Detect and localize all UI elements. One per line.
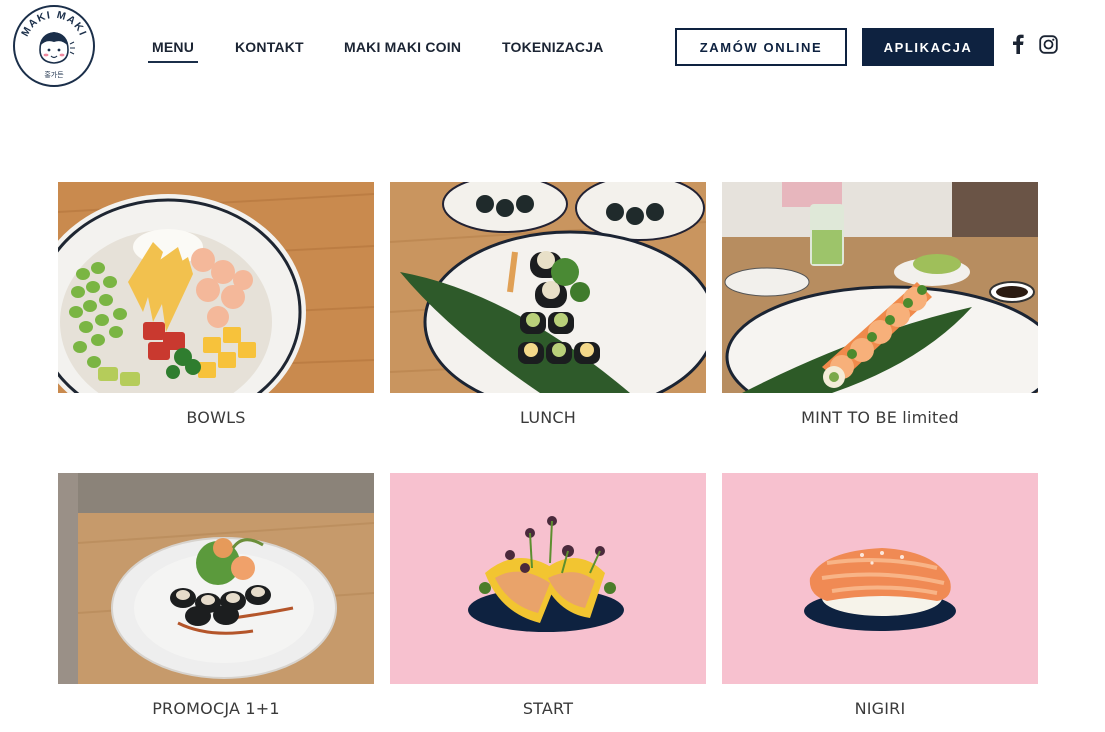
menu-card-label: NIGIRI [854, 699, 906, 718]
nav-item-tokenizacja[interactable]: TOKENIZACJA [502, 39, 604, 55]
facebook-icon[interactable] [1008, 32, 1028, 56]
menu-card-mint-to-be[interactable]: MINT TO BE limited [722, 182, 1038, 427]
menu-card-lunch[interactable]: LUNCH [390, 182, 706, 427]
nav-item-maki-maki-coin[interactable]: MAKI MAKI COIN [344, 39, 461, 55]
menu-card-bowls[interactable]: BOWLS [58, 182, 374, 427]
menu-card-label: LUNCH [520, 408, 576, 427]
instagram-icon[interactable] [1038, 32, 1058, 56]
menu-card-nigiri[interactable]: NIGIRI [722, 473, 1038, 718]
lunch-photo [390, 182, 706, 393]
app-button[interactable]: APLIKACJA [862, 28, 994, 66]
logo-sub-text: 홍가든 [44, 70, 64, 79]
nav-item-menu[interactable]: MENU [147, 39, 199, 63]
site-header: MAKI MAKI 홍가든 MENU KONTAKT MAKI MAKI COI… [0, 0, 1105, 100]
nigiri-photo [722, 473, 1038, 684]
bowls-photo [58, 182, 374, 393]
order-online-button[interactable]: ZAMÓW ONLINE [675, 28, 847, 66]
mint-to-be-photo [722, 182, 1038, 393]
menu-card-label: BOWLS [186, 408, 246, 427]
menu-card-label: MINT TO BE limited [801, 408, 959, 427]
menu-card-label: START [522, 699, 574, 718]
menu-card-start[interactable]: START [390, 473, 706, 718]
nav-item-kontakt[interactable]: KONTAKT [235, 39, 304, 55]
promocja-photo [58, 473, 374, 684]
start-photo [390, 473, 706, 684]
menu-card-label: PROMOCJA 1+1 [152, 699, 280, 718]
menu-card-promocja[interactable]: PROMOCJA 1+1 [58, 473, 374, 718]
maki-maki-logo[interactable]: MAKI MAKI 홍가든 [12, 4, 96, 88]
